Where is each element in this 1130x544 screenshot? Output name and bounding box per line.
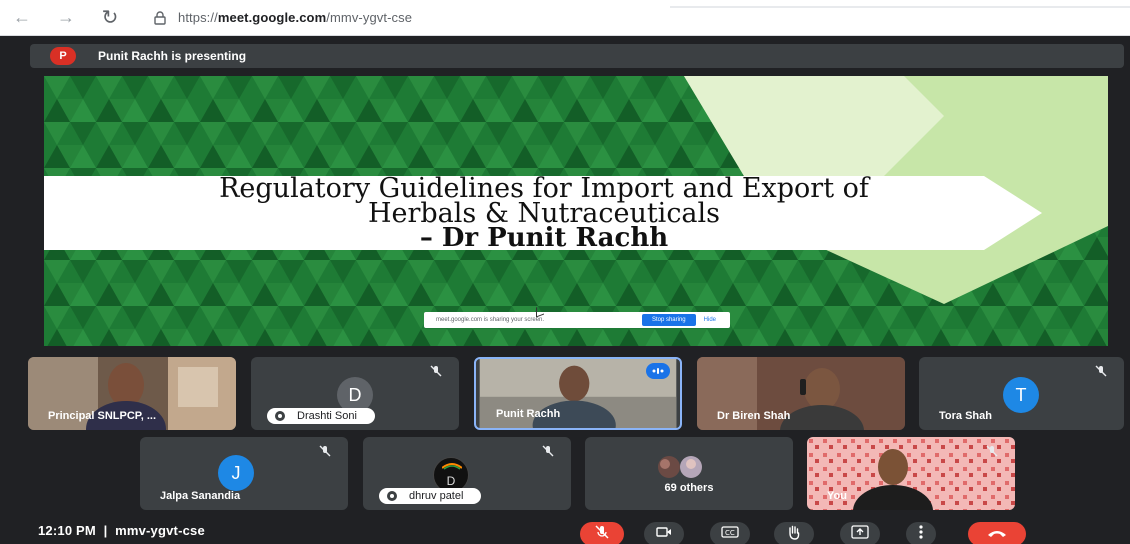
participant-tile[interactable]: Principal SNLPCP, ... [28,357,236,430]
url-host: meet.google.com [217,10,327,25]
meeting-controls-bar: 12:10 PM | mmv-ygvt-cse CC [0,514,1130,544]
lock-icon[interactable] [154,10,166,25]
browser-toolbar: ← → ↻ https://meet.google.com/mmv-ygvt-c… [0,0,1130,36]
slide-title: Regulatory Guidelines for Import and Exp… [44,175,1044,253]
hide-notice-button[interactable]: Hide [704,317,716,323]
svg-text:CC: CC [725,529,735,537]
participant-name: Tora Shah [939,410,992,422]
participant-tile[interactable]: T Tora Shah [919,357,1124,430]
speaking-indicator-icon [646,363,670,379]
participant-name: dhruv patel [409,490,464,502]
participant-tile-speaking[interactable]: Punit Rachh [474,357,682,430]
captions-button[interactable]: CC [710,522,750,544]
more-options-button[interactable] [906,522,936,544]
meet-window: ← → ↻ https://meet.google.com/mmv-ygvt-c… [0,0,1130,544]
screen-share-notice: meet.google.com is sharing your screen. … [424,312,730,328]
others-avatars [658,456,702,478]
captions-icon: CC [721,525,739,543]
clock-time: 12:10 PM [38,523,96,538]
forward-arrow-icon[interactable]: → [44,0,88,36]
mic-off-icon [314,443,336,459]
tab-strip-edge [670,6,1130,8]
avatar-initial: D [446,474,456,488]
meeting-code: mmv-ygvt-cse [115,523,205,538]
mic-toggle-button[interactable] [580,522,624,544]
participant-name: Jalpa Sanandia [160,490,241,502]
participant-name: Punit Rachh [496,408,561,420]
avatar: J [218,455,254,491]
name-pill: Drashti Soni [267,408,375,424]
mic-off-icon [1090,363,1112,379]
participant-tile[interactable]: D Drashti Soni [251,357,459,430]
more-options-icon [919,524,923,544]
slide-title-line3: – Dr Punit Rachh [419,223,669,253]
pin-icon [387,491,397,501]
separator: | [103,523,108,538]
others-tile[interactable]: 69 others [585,437,793,510]
participant-tile[interactable]: Dr Biren Shah [697,357,905,430]
mic-off-icon [594,524,610,544]
share-notice-text: meet.google.com is sharing your screen. [436,317,545,323]
address-bar[interactable]: https://meet.google.com/mmv-ygvt-cse [178,10,412,25]
mic-off-icon [981,443,1003,459]
pin-icon [275,411,285,421]
raise-hand-icon [786,524,802,544]
others-count: 69 others [664,482,714,494]
end-call-icon [986,525,1008,543]
participant-name: You [827,490,847,502]
participant-tile[interactable]: D dhruv patel [363,437,571,510]
participant-name: Dr Biren Shah [717,410,791,422]
url-scheme: https:// [178,10,218,25]
presenting-banner: P Punit Rachh is presenting [30,44,1124,68]
meeting-info: 12:10 PM | mmv-ygvt-cse [38,523,205,538]
mic-off-icon [425,363,447,379]
present-screen-button[interactable] [840,522,880,544]
presenter-avatar: P [50,47,76,65]
mic-off-icon [537,443,559,459]
avatar-logo [442,463,462,470]
camera-toggle-button[interactable] [644,522,684,544]
end-call-button[interactable] [968,522,1026,544]
participant-name: Drashti Soni [297,410,357,422]
participant-name: Principal SNLPCP, ... [48,410,156,422]
url-path: /mmv-ygvt-cse [326,10,413,25]
stop-sharing-button[interactable]: Stop sharing [641,314,696,326]
back-arrow-icon[interactable]: ← [0,0,44,36]
reload-icon[interactable]: ↻ [88,0,132,36]
name-pill: dhruv patel [379,488,482,504]
avatar: T [1003,377,1039,413]
participant-tile[interactable]: J Jalpa Sanandia [140,437,348,510]
shared-screen: Regulatory Guidelines for Import and Exp… [44,76,1108,346]
presenting-text: Punit Rachh is presenting [98,49,247,63]
self-tile[interactable]: You [807,437,1015,510]
present-screen-icon [851,524,869,544]
raise-hand-button[interactable] [774,522,814,544]
camera-icon [656,525,672,543]
